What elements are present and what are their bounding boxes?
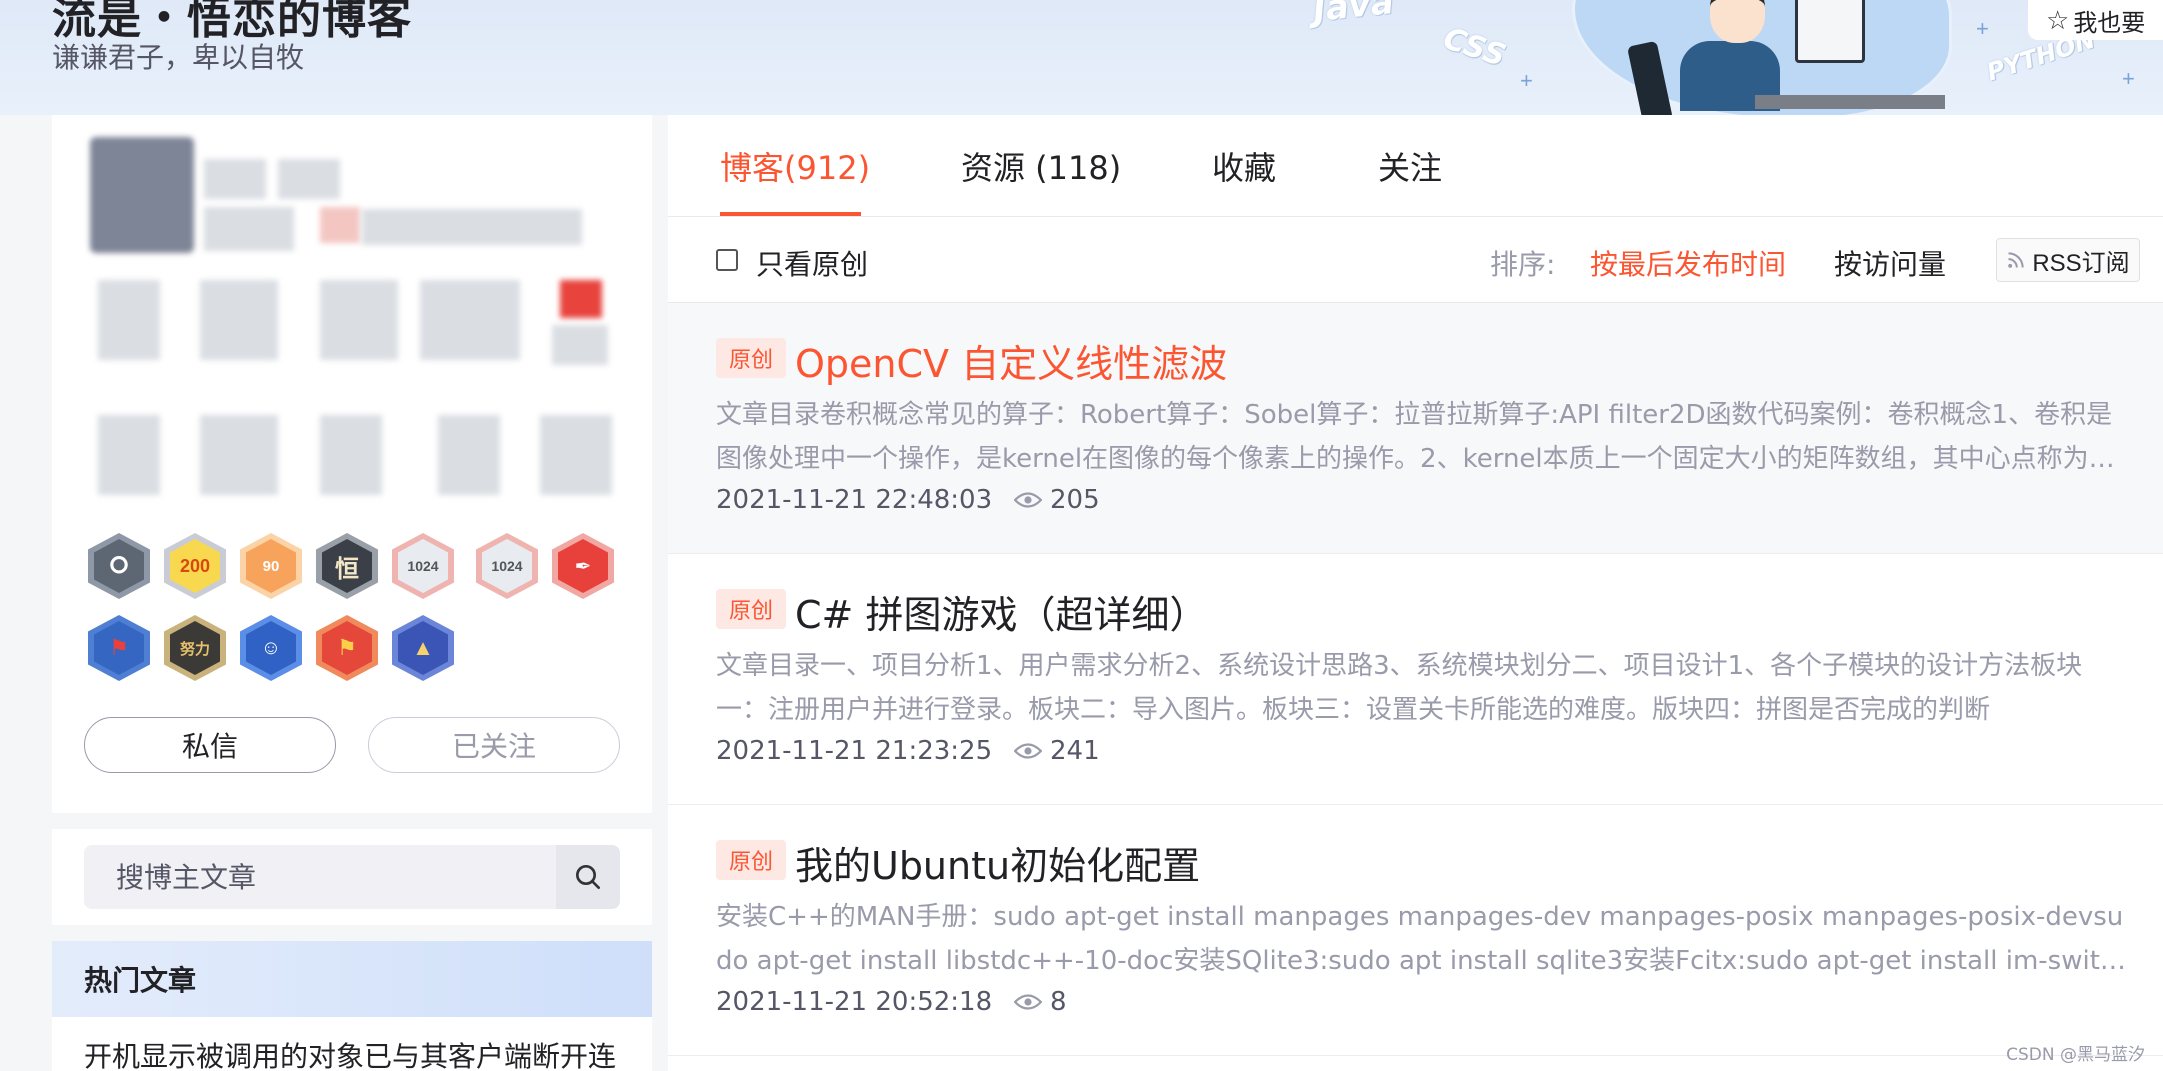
redacted-stat xyxy=(438,415,500,495)
astronaut-badge-icon[interactable]: ☺ xyxy=(240,615,302,681)
eye-icon xyxy=(1014,743,1042,759)
banner-decoration-css: CSS xyxy=(1439,21,1510,74)
sparkle-icon: + xyxy=(1520,68,1533,93)
redacted-stat xyxy=(320,415,382,495)
hot-articles-card: 热门文章 开机显示被调用的对象已与其客户端断开连 xyxy=(52,941,652,1071)
article-summary[interactable]: 文章目录卷积概念常见的算子：Robert算子：Sobel算子：拉普拉斯算子:AP… xyxy=(716,393,2126,481)
rss-label: RSS订阅 xyxy=(2032,249,2130,277)
star-icon: ☆ xyxy=(2046,4,2070,35)
csdn-watermark: CSDN @黑马蓝汐 xyxy=(2006,1045,2145,1065)
badge-persistence-icon[interactable]: 恒 xyxy=(316,533,378,599)
eye-icon xyxy=(1014,994,1042,1010)
badge-200-icon[interactable]: 200 xyxy=(164,533,226,599)
original-tag: 原创 xyxy=(716,589,786,629)
hot-article-link[interactable]: 开机显示被调用的对象已与其客户端断开连 xyxy=(52,1017,652,1071)
redacted-block xyxy=(278,159,340,199)
tab-favorites[interactable]: 收藏 xyxy=(1212,143,1276,189)
follow-me-button[interactable]: ☆ 我也要 xyxy=(2028,0,2163,40)
article-views: 205 xyxy=(1014,485,1100,515)
badge-1024-icon[interactable]: 1024 xyxy=(392,533,454,599)
original-tag: 原创 xyxy=(716,338,786,378)
original-tag: 原创 xyxy=(716,840,786,880)
view-count: 205 xyxy=(1050,485,1100,515)
sparkle-icon: + xyxy=(1976,16,1989,41)
redacted-block xyxy=(204,159,266,199)
monitor-graphic xyxy=(1795,0,1865,63)
person-head-graphic xyxy=(1710,0,1765,43)
sort-by-time-option[interactable]: 按最后发布时间 xyxy=(1590,243,1786,283)
redacted-stat xyxy=(98,415,160,495)
article-views: 241 xyxy=(1014,736,1100,766)
search-input[interactable] xyxy=(84,845,554,909)
github-badge-icon[interactable] xyxy=(88,533,150,599)
banner-decoration-java: Java xyxy=(1311,0,1396,31)
redacted-stat xyxy=(560,280,602,318)
article-summary[interactable]: 安装C++的MAN手册：sudo apt-get install manpage… xyxy=(716,895,2126,983)
badge-90-icon[interactable]: 90 xyxy=(240,533,302,599)
profile-actions: 私信 已关注 xyxy=(84,717,620,773)
original-only-label[interactable]: 只看原创 xyxy=(756,243,868,283)
redacted-stat xyxy=(540,415,612,495)
redacted-stat xyxy=(552,325,608,365)
article-list-panel: 博客(912) 资源 (118) 收藏 关注 只看原创 排序: 按最后发布时间 … xyxy=(668,115,2163,1071)
private-message-button[interactable]: 私信 xyxy=(84,717,336,773)
follow-me-label: 我也要 xyxy=(2073,9,2146,37)
article-date: 2021-11-21 20:52:18 xyxy=(716,987,993,1017)
avatar[interactable] xyxy=(90,137,194,253)
blog-banner: 流是・悟恋的博客 谦谦君子，卑以自牧 Java CSS PYTHON + + +… xyxy=(0,0,2163,115)
rss-subscribe-button[interactable]: RSS订阅 xyxy=(1996,238,2140,282)
redacted-stat xyxy=(200,415,278,495)
effort-badge-icon[interactable]: 努力 xyxy=(164,615,226,681)
redacted-stat xyxy=(200,280,278,360)
redacted-stat xyxy=(98,280,160,360)
pen-badge-icon[interactable]: ✒ xyxy=(552,533,614,599)
article-summary[interactable]: 文章目录一、项目分析1、用户需求分析2、系统设计思路3、系统模块划分二、项目设计… xyxy=(716,644,2126,732)
rss-icon xyxy=(2008,252,2024,268)
tab-following[interactable]: 关注 xyxy=(1378,143,1442,189)
flag-badge-icon[interactable]: ⚑ xyxy=(88,615,150,681)
content-tabs: 博客(912) 资源 (118) 收藏 关注 xyxy=(668,115,2163,217)
article-title[interactable]: OpenCV 自定义线性滤波 xyxy=(795,333,1227,388)
sort-by-views-option[interactable]: 按访问量 xyxy=(1834,243,1946,283)
tab-blog[interactable]: 博客(912) xyxy=(720,143,870,189)
article-views: 8 xyxy=(1014,987,1067,1017)
hot-articles-title: 热门文章 xyxy=(52,941,652,1017)
badge-1024-star-icon[interactable]: 1024 xyxy=(476,533,538,599)
blog-subtitle: 谦谦君子，卑以自牧 xyxy=(52,41,305,74)
redacted-block xyxy=(320,207,360,243)
search-icon xyxy=(576,865,600,889)
followed-button[interactable]: 已关注 xyxy=(368,717,620,773)
eye-icon xyxy=(1014,492,1042,508)
sort-label: 排序: xyxy=(1490,248,1556,281)
view-count: 8 xyxy=(1050,987,1067,1017)
search-card xyxy=(52,829,652,925)
programmer-illustration xyxy=(1572,0,1952,115)
article-date: 2021-11-21 22:48:03 xyxy=(716,485,993,515)
article-title[interactable]: 我的Ubuntu初始化配置 xyxy=(795,835,1200,890)
filter-bar: 只看原创 排序: 按最后发布时间 按访问量 RSS订阅 xyxy=(668,217,2163,303)
search-box xyxy=(84,845,620,909)
tab-resources[interactable]: 资源 (118) xyxy=(961,143,1121,189)
active-tab-indicator xyxy=(720,212,861,216)
search-button[interactable] xyxy=(556,845,620,909)
rocket-badge-icon[interactable]: ▲ xyxy=(392,615,454,681)
original-only-checkbox[interactable] xyxy=(716,249,738,271)
chair-graphic xyxy=(1627,40,1673,115)
redacted-block xyxy=(362,209,582,245)
redacted-block xyxy=(204,207,294,251)
article-item[interactable]: 原创 OpenCV 自定义线性滤波 文章目录卷积概念常见的算子：Robert算子… xyxy=(668,303,2163,554)
redacted-stat xyxy=(420,280,520,360)
sparkle-icon: + xyxy=(2122,66,2135,91)
redacted-stat xyxy=(320,280,398,360)
profile-card: 200 90 恒 1024 1024 ✒ ⚑ 努力 ☺ ⚑ ▲ 私信 已关注 xyxy=(52,115,652,813)
article-title[interactable]: C# 拼图游戏（超详细） xyxy=(795,584,1207,639)
desk-graphic xyxy=(1755,95,1945,109)
view-count: 241 xyxy=(1050,736,1100,766)
article-item[interactable]: 原创 C# 拼图游戏（超详细） 文章目录一、项目分析1、用户需求分析2、系统设计… xyxy=(668,554,2163,805)
article-item[interactable]: 原创 我的Ubuntu初始化配置 安装C++的MAN手册：sudo apt-ge… xyxy=(668,805,2163,1056)
article-date: 2021-11-21 21:23:25 xyxy=(716,736,993,766)
flag-5-badge-icon[interactable]: ⚑ xyxy=(316,615,378,681)
